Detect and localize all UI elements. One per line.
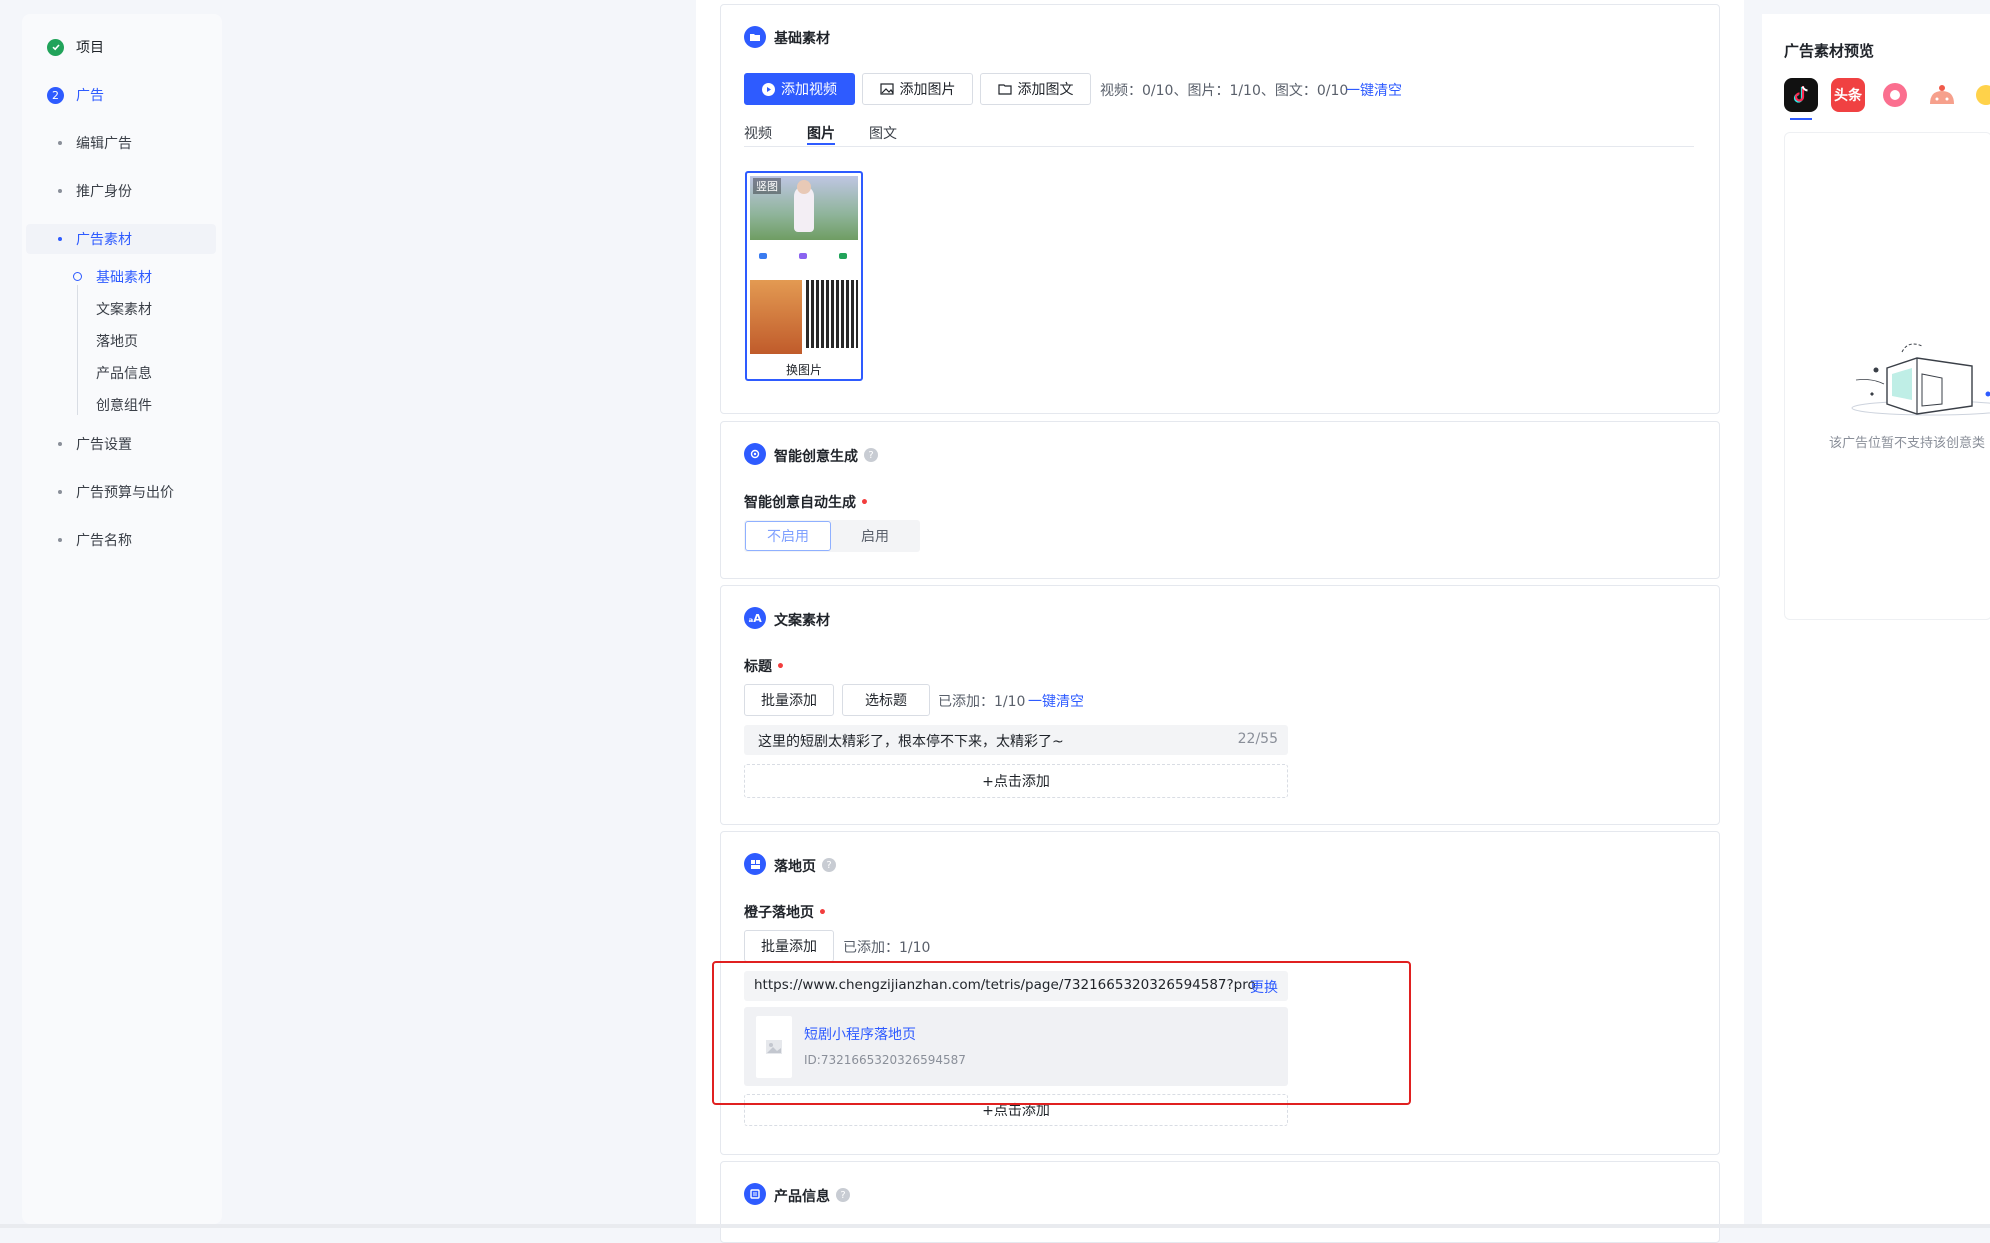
bottom-scrollbar[interactable] xyxy=(0,1224,1990,1228)
change-image-button[interactable]: 换图片 xyxy=(747,361,861,378)
sidebar-item-ad-settings[interactable]: 广告设置 xyxy=(58,434,132,454)
batch-add-button[interactable]: 批量添加 xyxy=(744,684,834,716)
add-title-button[interactable]: +点击添加 xyxy=(744,764,1288,798)
sidebar-item-label: 广告名称 xyxy=(76,530,132,550)
folder-icon xyxy=(744,26,766,48)
thumb-tag: 竖图 xyxy=(753,178,781,194)
card-title: 基础素材 xyxy=(774,28,830,48)
help-icon[interactable]: ? xyxy=(836,1188,850,1202)
pink-app-icon[interactable] xyxy=(1878,78,1912,112)
tab-video[interactable]: 视频 xyxy=(744,123,772,143)
clear-all-link[interactable]: 一键清空 xyxy=(1028,691,1084,711)
field-label: 橙子落地页• xyxy=(744,902,827,922)
help-icon[interactable]: ? xyxy=(822,858,836,872)
sidebar-item-identity[interactable]: 推广身份 xyxy=(58,181,132,201)
tab-graphic[interactable]: 图文 xyxy=(869,123,897,143)
step-project[interactable]: 项目 xyxy=(47,37,104,57)
card-title: 智能创意生成 xyxy=(774,446,858,466)
gear-icon xyxy=(744,443,766,465)
preview-title: 广告素材预览 xyxy=(1784,40,1874,61)
sidebar-item-label: 广告预算与出价 xyxy=(76,482,174,502)
sub-nav-line xyxy=(77,285,78,415)
highlight-box xyxy=(712,961,1411,1105)
added-count: 已添加：1/10 xyxy=(938,691,1025,711)
fanqie-icon[interactable] xyxy=(1925,78,1959,112)
image-icon xyxy=(880,83,894,95)
label-text: 橙子落地页 xyxy=(744,905,814,921)
sidebar-item-label: 广告素材 xyxy=(76,229,132,249)
yellow-app-icon[interactable] xyxy=(1972,78,1990,112)
add-video-button[interactable]: 添加视频 xyxy=(744,73,855,105)
button-label: 添加图片 xyxy=(900,79,956,99)
sidebar-item-ad-material[interactable]: 广告素材 xyxy=(58,229,132,249)
added-count: 已添加：1/10 xyxy=(843,937,930,957)
qr-code-icon xyxy=(806,280,858,348)
add-image-button[interactable]: 添加图片 xyxy=(862,73,973,105)
title-text: 这里的短剧太精彩了，根本停不下来，太精彩了~ xyxy=(758,731,1064,751)
preview-empty-text: 该广告位暂不支持该创意类 xyxy=(1829,432,1990,451)
step-label: 广告 xyxy=(76,85,104,105)
clear-all-link[interactable]: 一键清空 xyxy=(1346,80,1402,100)
product-icon xyxy=(744,1183,766,1205)
field-label: 标题• xyxy=(744,656,785,676)
card-title: 落地页 xyxy=(774,856,816,876)
card-basic-material xyxy=(720,4,1720,414)
sidebar-sub-item-copy[interactable]: 文案素材 xyxy=(96,299,152,319)
label-text: 智能创意自动生成 xyxy=(744,495,856,511)
app-selected-indicator xyxy=(1790,118,1812,120)
button-label: 添加视频 xyxy=(781,79,837,99)
option-enable[interactable]: 启用 xyxy=(832,521,918,551)
sidebar-item-ad-name[interactable]: 广告名称 xyxy=(58,530,132,550)
required-mark: • xyxy=(818,905,827,921)
batch-add-button[interactable]: 批量添加 xyxy=(744,930,834,962)
sidebar-sub-item-basic[interactable]: 基础素材 xyxy=(96,267,152,287)
sub-nav-current-ring xyxy=(73,272,82,281)
char-count: 22/55 xyxy=(1238,731,1278,747)
layout-icon xyxy=(744,853,766,875)
required-mark: • xyxy=(860,495,869,511)
play-icon xyxy=(762,83,775,96)
title-input[interactable]: 这里的短剧太精彩了，根本停不下来，太精彩了~ 22/55 xyxy=(744,725,1288,755)
tab-divider xyxy=(744,146,1694,147)
card-title: 产品信息 xyxy=(774,1186,830,1206)
sidebar-sub-item-landing[interactable]: 落地页 xyxy=(96,331,138,351)
douyin-icon[interactable] xyxy=(1784,78,1818,112)
translate-icon: ₐA xyxy=(744,607,766,629)
card-smart-creative xyxy=(720,421,1720,579)
sidebar-item-label: 编辑广告 xyxy=(76,133,132,153)
sidebar-item-edit-ad[interactable]: 编辑广告 xyxy=(58,133,132,153)
image-thumbnail[interactable]: 竖图 换图片 xyxy=(745,171,863,381)
button-label: 添加图文 xyxy=(1018,79,1074,99)
sidebar-item-budget[interactable]: 广告预算与出价 xyxy=(58,482,174,502)
sidebar-item-label: 广告设置 xyxy=(76,434,132,454)
add-graphic-button[interactable]: 添加图文 xyxy=(980,73,1091,105)
material-counts: 视频：0/10、图片：1/10、图文：0/10 xyxy=(1100,80,1348,100)
empty-box-illustration-icon xyxy=(1832,318,1990,418)
required-mark: • xyxy=(776,659,785,675)
card-title: 文案素材 xyxy=(774,610,830,630)
thumb-poster xyxy=(750,280,802,354)
label-text: 标题 xyxy=(744,659,772,675)
check-icon xyxy=(47,39,64,56)
step-number: 2 xyxy=(47,87,64,104)
option-disable[interactable]: 不启用 xyxy=(745,521,831,551)
tab-image[interactable]: 图片 xyxy=(807,123,835,143)
sidebar-sub-item-product[interactable]: 产品信息 xyxy=(96,363,152,383)
sidebar-item-label: 推广身份 xyxy=(76,181,132,201)
sidebar-sub-item-component[interactable]: 创意组件 xyxy=(96,395,152,415)
tab-indicator xyxy=(807,143,835,145)
help-icon[interactable]: ? xyxy=(864,448,878,462)
step-ad[interactable]: 2 广告 xyxy=(47,85,104,105)
pick-title-button[interactable]: 选标题 xyxy=(842,684,930,716)
step-label: 项目 xyxy=(76,37,104,57)
field-label: 智能创意自动生成• xyxy=(744,492,869,512)
toutiao-icon[interactable]: 头条 xyxy=(1831,78,1865,112)
folder-outline-icon xyxy=(998,83,1012,95)
card-product-info xyxy=(720,1161,1720,1243)
